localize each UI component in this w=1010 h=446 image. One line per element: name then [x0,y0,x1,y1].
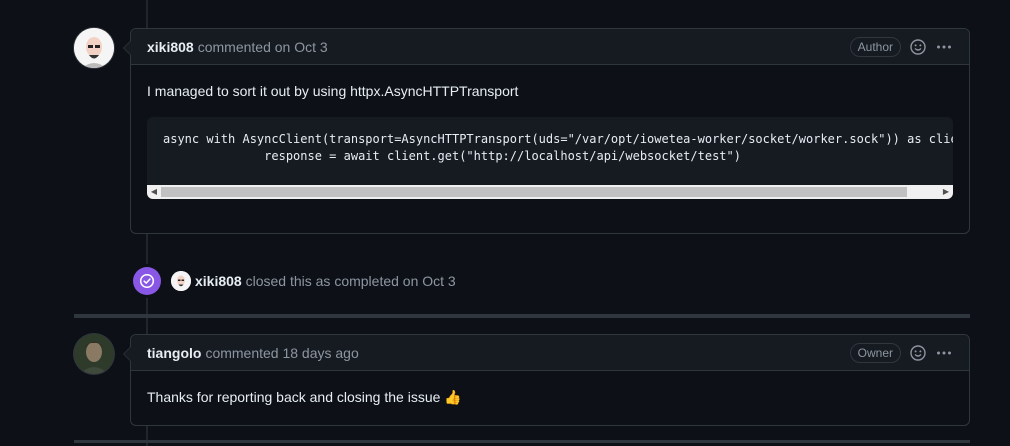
comment-header-actions: Author [849,36,953,57]
timeline-divider [74,440,970,443]
scroll-left-icon[interactable]: ◀ [147,185,161,199]
event-action: closed this as completed on Oct 3 [245,273,456,289]
scrollbar-thumb[interactable] [161,187,907,197]
check-circle-icon [139,273,155,289]
comment-header-actions: Owner [849,342,953,363]
comment-body: Thanks for reporting back and closing th… [131,371,969,423]
comment-timestamp[interactable]: commented 18 days ago [205,345,358,361]
comment-text: Thanks for reporting back and closing th… [147,389,462,405]
comment-card: tiangolo commented 18 days ago Owner Tha… [123,334,970,426]
comment-timestamp[interactable]: commented on Oct 3 [198,39,328,55]
code-content[interactable]: async with AsyncClient(transport=AsyncHT… [147,117,953,165]
owner-badge: Owner [849,342,901,363]
comment-header: tiangolo commented 18 days ago Owner [123,335,969,371]
comment-body: I managed to sort it out by using httpx.… [131,65,969,215]
avatar-xiki808[interactable] [74,28,114,68]
timeline-divider [74,314,970,318]
comment-card: xiki808 commented on Oct 3 Author I mana… [123,28,970,234]
author-badge: Author [849,36,901,57]
add-reaction-icon[interactable] [909,38,927,56]
closed-event-badge [133,267,161,295]
kebab-menu-icon[interactable] [935,344,953,362]
comment-author[interactable]: tiangolo [147,345,201,361]
avatar-photo [74,334,114,374]
comment-text: I managed to sort it out by using httpx.… [147,83,519,99]
avatar-tiangolo[interactable] [74,334,114,374]
code-block: async with AsyncClient(transport=AsyncHT… [147,117,953,199]
avatar-illustration [74,28,114,68]
scroll-right-icon[interactable]: ▶ [939,185,953,199]
kebab-menu-icon[interactable] [935,38,953,56]
horizontal-scrollbar[interactable]: ◀ ▶ [147,185,953,199]
comment-author[interactable]: xiki808 [147,39,194,55]
event-author[interactable]: xiki808 [195,273,242,289]
event-avatar[interactable] [171,271,191,291]
add-reaction-icon[interactable] [909,344,927,362]
comment-header: xiki808 commented on Oct 3 Author [123,29,969,65]
closed-event-text: xiki808 closed this as completed on Oct … [195,272,456,290]
